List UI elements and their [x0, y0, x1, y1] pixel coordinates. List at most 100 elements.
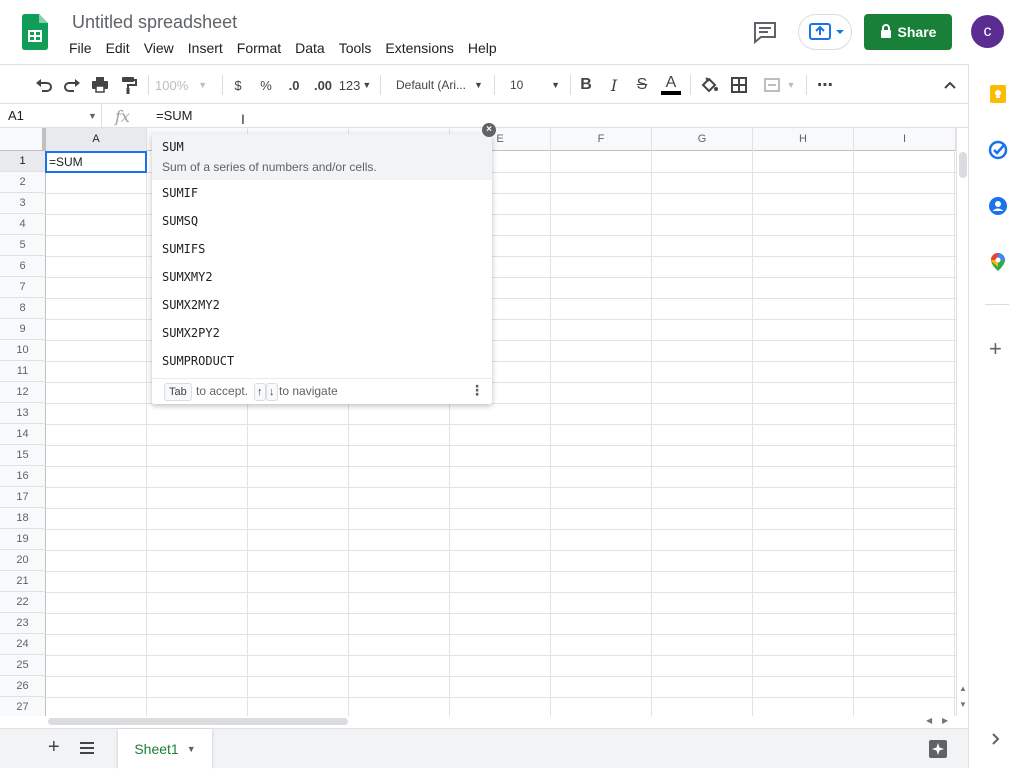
sheet-tab-active[interactable]: Sheet1 ▼ — [118, 729, 212, 769]
fill-color-icon[interactable] — [698, 73, 720, 97]
account-avatar[interactable]: c — [971, 15, 1004, 48]
row-header[interactable]: 9 — [0, 319, 46, 340]
horizontal-scrollbar[interactable]: ◀ ▶ — [46, 716, 968, 728]
more-formats-button[interactable]: 123 ▼ — [338, 73, 372, 97]
menu-view[interactable]: View — [137, 39, 181, 59]
autocomplete-item[interactable]: SUMX2PY2 — [162, 326, 220, 340]
column-header[interactable]: H — [753, 128, 854, 151]
column-header[interactable]: I — [854, 128, 956, 151]
italic-icon[interactable]: I — [604, 73, 624, 97]
row-header[interactable]: 12 — [0, 382, 46, 403]
redo-icon[interactable] — [60, 73, 84, 97]
row-header[interactable]: 20 — [0, 550, 46, 571]
merge-cells-icon[interactable]: ▼ — [758, 73, 800, 97]
undo-icon[interactable] — [32, 73, 56, 97]
autocomplete-item-selected[interactable]: SUM Sum of a series of numbers and/or ce… — [152, 134, 492, 180]
close-icon[interactable]: × — [482, 123, 496, 137]
vertical-dots-icon[interactable]: ⋮ — [470, 382, 484, 399]
row-header[interactable]: 1 — [0, 151, 46, 172]
increase-decimal-button[interactable]: .00 — [310, 73, 336, 97]
select-all-corner[interactable] — [0, 128, 46, 151]
tasks-icon[interactable] — [988, 140, 1008, 165]
autocomplete-item[interactable]: SUMXMY2 — [162, 270, 213, 284]
row-header[interactable]: 2 — [0, 172, 46, 193]
contacts-icon[interactable] — [988, 196, 1008, 221]
name-box[interactable]: A1 ▼ — [0, 104, 102, 128]
menu-file[interactable]: File — [62, 39, 99, 59]
add-addon-icon[interactable]: + — [989, 338, 1002, 360]
paint-format-icon[interactable] — [116, 73, 140, 97]
text-color-icon[interactable]: A — [660, 73, 682, 97]
row-header[interactable]: 7 — [0, 277, 46, 298]
currency-format-button[interactable]: $ — [228, 73, 248, 97]
vertical-scroll-thumb[interactable] — [959, 152, 967, 178]
row-header[interactable]: 24 — [0, 634, 46, 655]
column-header[interactable]: G — [652, 128, 753, 151]
row-header[interactable]: 25 — [0, 655, 46, 676]
share-button[interactable]: Share — [864, 14, 952, 50]
autocomplete-item[interactable]: SUMIF — [162, 186, 198, 200]
menu-tools[interactable]: Tools — [332, 39, 379, 59]
row-header[interactable]: 27 — [0, 697, 46, 716]
add-sheet-icon[interactable]: + — [48, 737, 60, 757]
percent-format-button[interactable]: % — [256, 73, 276, 97]
zoom-select[interactable]: 100% ▼ — [155, 73, 215, 97]
font-size-select[interactable]: 10 ▼ — [500, 73, 564, 97]
sheets-logo-icon[interactable] — [22, 14, 48, 50]
scroll-left-icon[interactable]: ◀ — [926, 716, 932, 725]
scroll-down-icon[interactable]: ▼ — [959, 700, 967, 709]
all-sheets-icon[interactable] — [80, 741, 94, 760]
font-family-select[interactable]: Default (Ari... ▼ — [388, 73, 488, 97]
row-header[interactable]: 18 — [0, 508, 46, 529]
scroll-up-icon[interactable]: ▲ — [959, 684, 967, 693]
autocomplete-item[interactable]: SUMIFS — [162, 242, 205, 256]
column-header[interactable]: F — [551, 128, 652, 151]
present-button[interactable] — [798, 14, 852, 50]
column-header[interactable]: A — [46, 128, 147, 151]
row-header[interactable]: 13 — [0, 403, 46, 424]
menu-extensions[interactable]: Extensions — [378, 39, 460, 59]
autocomplete-item[interactable]: SUMX2MY2 — [162, 298, 220, 312]
row-header[interactable]: 14 — [0, 424, 46, 445]
document-title[interactable]: Untitled spreadsheet — [72, 12, 237, 33]
row-header[interactable]: 10 — [0, 340, 46, 361]
keep-icon[interactable] — [988, 84, 1008, 109]
menu-data[interactable]: Data — [288, 39, 332, 59]
menu-insert[interactable]: Insert — [181, 39, 230, 59]
row-header[interactable]: 16 — [0, 466, 46, 487]
row-header[interactable]: 4 — [0, 214, 46, 235]
row-header[interactable]: 8 — [0, 298, 46, 319]
collapse-toolbar-icon[interactable] — [940, 73, 960, 97]
menu-format[interactable]: Format — [230, 39, 288, 59]
row-header[interactable]: 5 — [0, 235, 46, 256]
row-header[interactable]: 3 — [0, 193, 46, 214]
row-header[interactable]: 19 — [0, 529, 46, 550]
menu-help[interactable]: Help — [461, 39, 504, 59]
formula-input[interactable]: =SUM — [146, 104, 192, 128]
vertical-scrollbar[interactable]: ▲ ▼ — [956, 128, 968, 716]
autocomplete-item[interactable]: SUMPRODUCT — [162, 354, 234, 368]
bold-icon[interactable]: B — [576, 73, 596, 97]
row-header[interactable]: 23 — [0, 613, 46, 634]
strikethrough-icon[interactable]: S — [632, 73, 652, 97]
borders-icon[interactable] — [728, 73, 750, 97]
menu-edit[interactable]: Edit — [99, 39, 137, 59]
row-header[interactable]: 22 — [0, 592, 46, 613]
comment-history-icon[interactable] — [751, 20, 779, 45]
print-icon[interactable] — [88, 73, 112, 97]
active-cell-a1[interactable]: =SUM — [45, 151, 147, 173]
row-header[interactable]: 11 — [0, 361, 46, 382]
scroll-right-icon[interactable]: ▶ — [942, 716, 948, 725]
row-header[interactable]: 17 — [0, 487, 46, 508]
chevron-right-icon[interactable] — [991, 732, 1001, 751]
row-header[interactable]: 21 — [0, 571, 46, 592]
maps-icon[interactable] — [989, 252, 1007, 277]
horizontal-scroll-thumb[interactable] — [48, 718, 348, 725]
decrease-decimal-button[interactable]: .0 — [282, 73, 306, 97]
row-header[interactable]: 6 — [0, 256, 46, 277]
autocomplete-item[interactable]: SUMSQ — [162, 214, 198, 228]
explore-icon[interactable] — [928, 739, 948, 764]
more-options-icon[interactable]: ⋯ — [814, 73, 836, 97]
row-header[interactable]: 15 — [0, 445, 46, 466]
row-header[interactable]: 26 — [0, 676, 46, 697]
